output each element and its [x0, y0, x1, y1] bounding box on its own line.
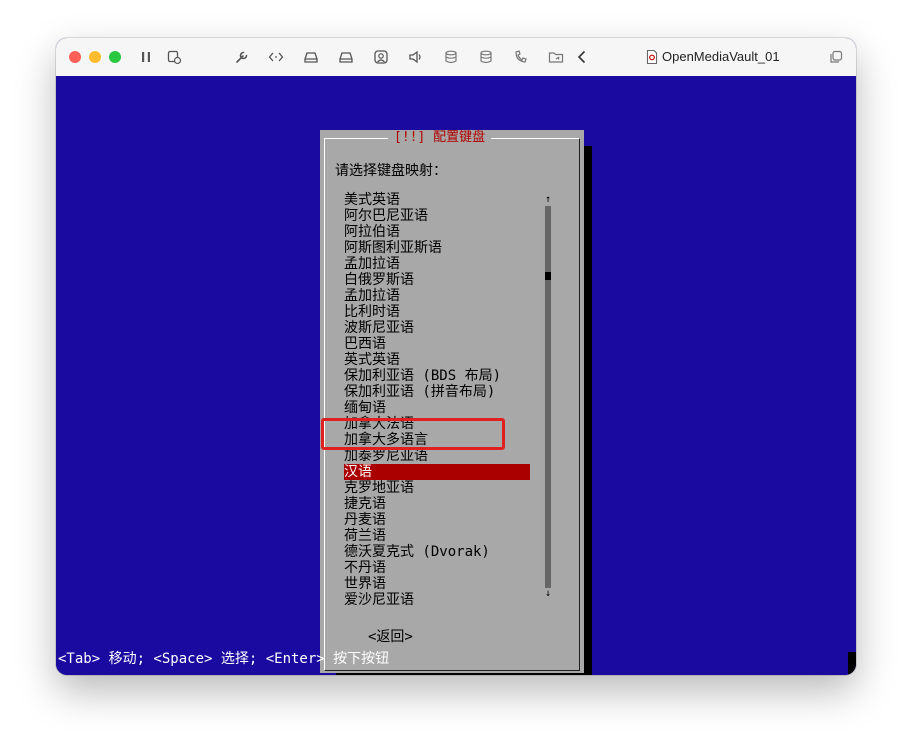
keymap-option[interactable]: 英式英语: [344, 352, 530, 368]
list-scrollbar[interactable]: ↑ ↓: [543, 194, 553, 608]
chevron-left-icon[interactable]: [572, 47, 592, 67]
keymap-option[interactable]: 白俄罗斯语: [344, 272, 530, 288]
zoom-window-button[interactable]: [109, 51, 121, 63]
keymap-option[interactable]: 孟加拉语: [344, 256, 530, 272]
speaker-icon[interactable]: [406, 47, 426, 67]
usb-icon[interactable]: [511, 47, 531, 67]
hard-disk-icon[interactable]: [301, 47, 321, 67]
drive-icon[interactable]: [336, 47, 356, 67]
vm-screen: [!!] 配置键盘 请选择键盘映射： 美式英语 阿尔巴尼亚语 阿拉伯语 阿斯图利亚斯语…: [56, 76, 856, 675]
keymap-option[interactable]: 比利时语: [344, 304, 530, 320]
keymap-option[interactable]: 加泰罗尼亚语: [344, 448, 530, 464]
scroll-thumb[interactable]: [545, 272, 551, 280]
copy-icon[interactable]: [826, 47, 846, 67]
folder-share-icon[interactable]: [546, 47, 566, 67]
minimize-window-button[interactable]: [89, 51, 101, 63]
keymap-option[interactable]: 波斯尼亚语: [344, 320, 530, 336]
keymap-option[interactable]: 美式英语: [344, 192, 530, 208]
keyboard-config-dialog: [!!] 配置键盘 请选择键盘映射： 美式英语 阿尔巴尼亚语 阿拉伯语 阿斯图利亚斯语…: [320, 130, 584, 673]
keymap-option[interactable]: 不丹语: [344, 560, 530, 576]
back-button[interactable]: <返回>: [368, 626, 413, 646]
keymap-option[interactable]: 孟加拉语: [344, 288, 530, 304]
keymap-option[interactable]: 巴西语: [344, 336, 530, 352]
keymap-option[interactable]: 阿拉伯语: [344, 224, 530, 240]
keymap-option[interactable]: 世界语: [344, 576, 530, 592]
disk-stack-icon[interactable]: [476, 47, 496, 67]
dialog-title: [!!] 配置键盘: [388, 130, 492, 146]
scroll-down-arrow-icon[interactable]: ↓: [543, 588, 553, 600]
document-icon: [642, 47, 662, 67]
keymap-option[interactable]: 克罗地亚语: [344, 480, 530, 496]
keymap-option[interactable]: 德沃夏克式 (Dvorak): [344, 544, 530, 560]
keymap-option[interactable]: 荷兰语: [344, 528, 530, 544]
disk-stack-icon[interactable]: [441, 47, 461, 67]
keymap-option[interactable]: 保加利亚语 (BDS 布局): [344, 368, 530, 384]
status-bar-edge: [848, 652, 856, 675]
status-bar: <Tab> 移动; <Space> 选择; <Enter> 按下按钮: [58, 651, 390, 667]
scroll-track[interactable]: [545, 206, 551, 588]
close-window-button[interactable]: [69, 51, 81, 63]
dialog-prompt: 请选择键盘映射：: [335, 163, 447, 179]
user-icon[interactable]: [371, 47, 391, 67]
keymap-option[interactable]: 捷克语: [344, 496, 530, 512]
pause-icon[interactable]: [136, 47, 156, 67]
keymap-option[interactable]: 缅甸语: [344, 400, 530, 416]
keymap-option[interactable]: 汉语: [344, 464, 530, 480]
keymap-option[interactable]: 爱沙尼亚语: [344, 592, 530, 608]
code-icon[interactable]: [266, 47, 286, 67]
keymap-list[interactable]: 美式英语 阿尔巴尼亚语 阿拉伯语 阿斯图利亚斯语 孟加拉语 白俄罗斯语 孟加拉语 比利时语 波斯…: [344, 192, 534, 608]
scroll-up-arrow-icon[interactable]: ↑: [543, 194, 553, 206]
keymap-option[interactable]: 丹麦语: [344, 512, 530, 528]
selection-highlight-box: [321, 418, 505, 450]
keymap-option[interactable]: 阿尔巴尼亚语: [344, 208, 530, 224]
snapshot-icon[interactable]: [164, 47, 184, 67]
title-bar: OpenMediaVault_01: [56, 38, 856, 77]
wrench-icon[interactable]: [232, 47, 252, 67]
keymap-option[interactable]: 阿斯图利亚斯语: [344, 240, 530, 256]
keymap-option[interactable]: 保加利亚语 (拼音布局): [344, 384, 530, 400]
vm-window: OpenMediaVault_01 [!!] 配置键盘 请选择键盘映射： 美式英…: [56, 38, 856, 675]
window-title: OpenMediaVault_01: [662, 49, 780, 64]
